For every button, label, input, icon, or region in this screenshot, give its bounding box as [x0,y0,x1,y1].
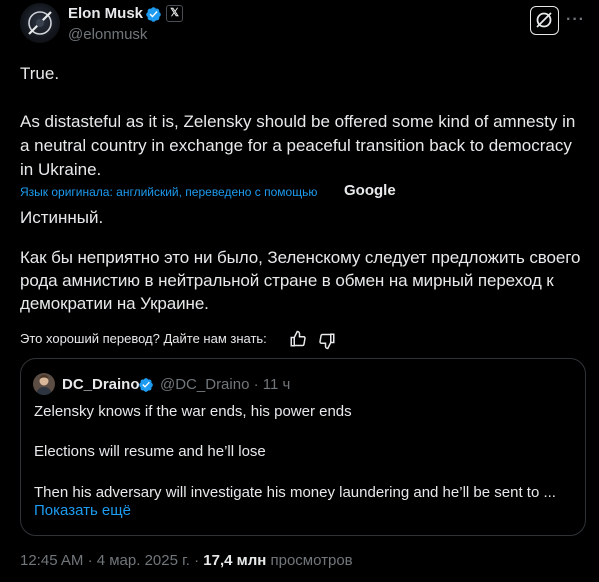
translated-text-line1: Истинный. [20,208,104,227]
quoted-post-meta: @DC_Draino · 11 ч [160,376,290,393]
quoted-author-handle[interactable]: @DC_Draino [160,376,249,393]
author-handle[interactable]: @elonmusk [68,26,147,43]
quoted-author-name[interactable]: DC_Draino [62,376,140,393]
quoted-author-avatar[interactable] [33,373,55,395]
quoted-text-line1: Zelensky knows if the war ends, his powe… [34,403,352,420]
more-icon[interactable]: ··· [566,8,584,32]
translated-text-para2: Как бы неприятно это ни было, Зеленскому… [20,248,581,313]
post-date[interactable]: 4 мар. 2025 г. [97,552,190,569]
views-label: просмотров [270,552,353,569]
quoted-text-line3: Then his adversary will investigate his … [34,484,556,501]
meta-separator: · [253,376,259,393]
x-affiliation-badge[interactable]: 𝕏 [166,5,183,22]
post-text-para2: As distasteful as it is, Zelensky should… [20,112,576,179]
post-time[interactable]: 12:45 AM [20,552,83,569]
post-text-line1: True. [20,64,60,83]
show-more-link[interactable]: Показать ещё [34,502,131,519]
post-footer: 12:45 AM · 4 мар. 2025 г. · 17,4 млн про… [20,552,353,569]
footer-separator: · [194,552,200,569]
translation-feedback-prompt: Это хороший перевод? Дайте нам знать: [20,331,267,346]
views-count: 17,4 млн [203,552,267,569]
verified-badge-icon [138,377,154,393]
thumbs-down-icon[interactable] [318,332,336,350]
quoted-post-time[interactable]: 11 ч [263,376,291,393]
google-logo: Google [344,182,396,199]
grok-icon[interactable] [530,6,559,35]
translation-note[interactable]: Язык оригинала: английский, переведено с… [20,184,317,200]
verified-badge-icon [145,6,162,23]
quoted-text-line2: Elections will resume and he’ll lose [34,443,266,460]
author-name[interactable]: Elon Musk [68,5,143,22]
thumbs-up-icon[interactable] [289,330,307,348]
footer-separator: · [87,552,93,569]
author-avatar[interactable] [20,3,60,43]
